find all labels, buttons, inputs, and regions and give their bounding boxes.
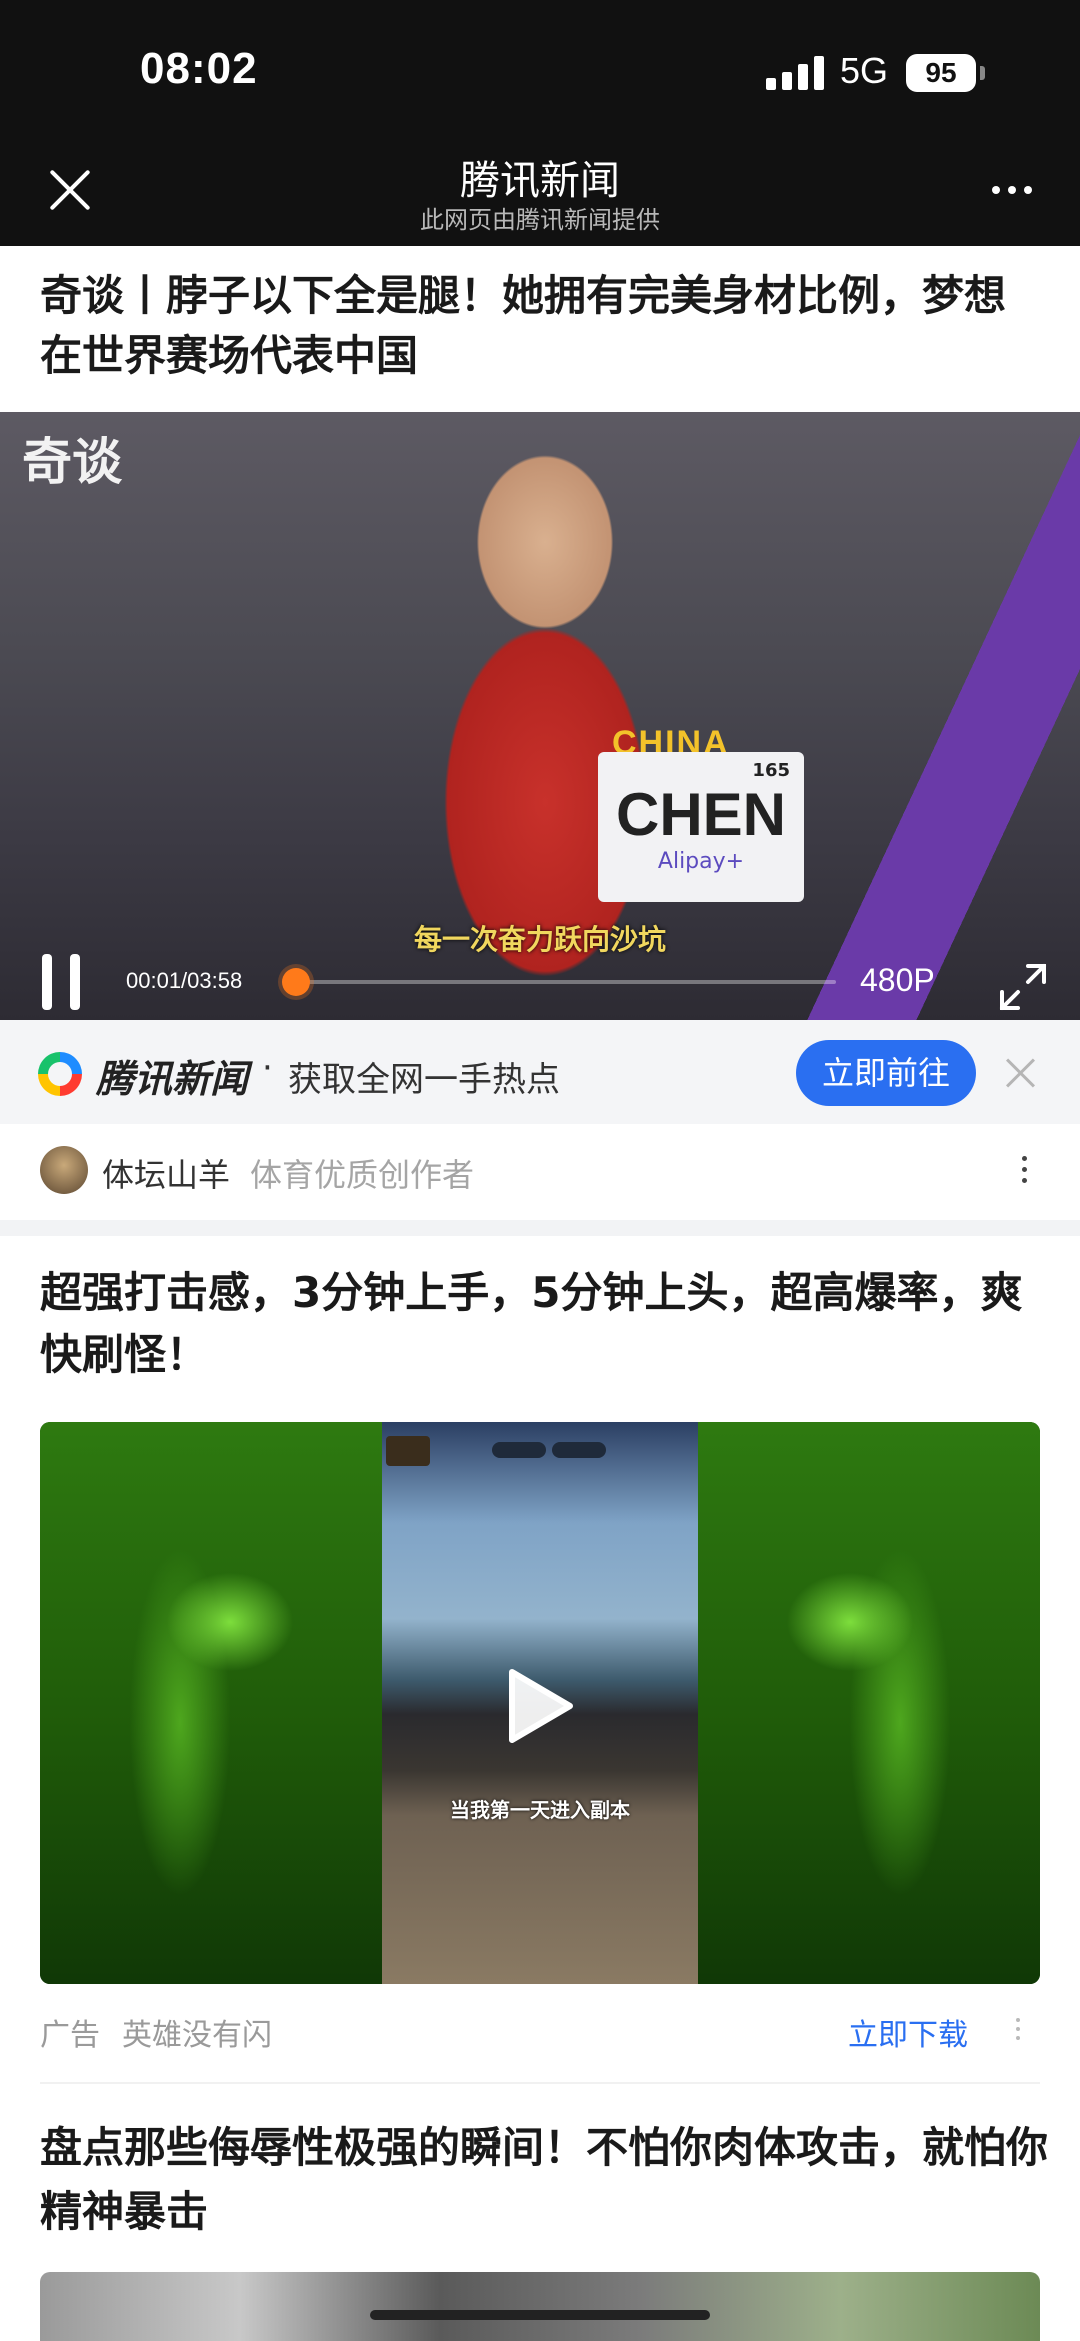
ad-background-left [40, 1422, 422, 1984]
feed-divider [40, 2082, 1040, 2084]
banner-separator: · [262, 1048, 273, 1088]
ad-meta: 广告 英雄没有闪 [40, 2010, 272, 2054]
video-player[interactable]: 奇谈 CHINA 165 CHEN Alipay+ 每一次奋力跃向沙坑 00:0… [0, 412, 1080, 1020]
ad-title[interactable]: 超强打击感，3分钟上手，5分钟上头，超高爆率，爽快刷怪！ [40, 1262, 1040, 1386]
banner-brand: 腾讯新闻 [96, 1057, 249, 1101]
status-time: 08:02 [140, 44, 258, 93]
article-headline: 奇谈丨脖子以下全是腿！她拥有完美身材比例，梦想在世界赛场代表中国 [40, 271, 1007, 380]
game-hud [386, 1436, 606, 1466]
cell-signal-icon [766, 56, 824, 90]
author-name[interactable]: 体坛山羊 [102, 1150, 230, 1196]
athlete-bib: 165 CHEN Alipay+ [598, 752, 804, 902]
author-row: 体坛山羊 体育优质创作者 [0, 1124, 1080, 1220]
tencent-news-logo-icon [38, 1052, 82, 1096]
app-promo-banner: 腾讯新闻 · 获取全网一手热点 立即前往 [0, 1020, 1080, 1124]
ad-label: 广告 [40, 2018, 100, 2053]
page-title: 腾讯新闻 [460, 158, 620, 204]
page-subtitle: 此网页由腾讯新闻提供 [420, 206, 660, 234]
bib-name: CHEN [615, 781, 786, 848]
ad-video[interactable]: 当我第一天进入副本 [40, 1422, 1040, 1984]
author-more-icon[interactable] [1022, 1156, 1027, 1183]
battery-icon: 95 [906, 54, 976, 92]
status-bar: 08:02 5G 95 [0, 0, 1080, 140]
fullscreen-icon[interactable] [996, 960, 1050, 1014]
author-tag: 体育优质创作者 [250, 1156, 475, 1194]
next-article-headline[interactable]: 盘点那些侮辱性极强的瞬间！不怕你肉体攻击，就怕你精神暴击 [40, 2116, 1050, 2244]
avatar[interactable] [40, 1146, 88, 1194]
pause-icon[interactable] [42, 954, 86, 1010]
ad-advertiser: 英雄没有闪 [122, 2018, 272, 2053]
network-type: 5G [840, 50, 889, 91]
top-nav-bar: 腾讯新闻 此网页由腾讯新闻提供 [0, 140, 1080, 246]
video-progress-bar[interactable] [296, 980, 836, 984]
video-controls: 00:01/03:58 480P [0, 932, 1080, 1020]
video-timecode: 00:01/03:58 [126, 968, 243, 993]
banner-close-icon[interactable] [1006, 1058, 1036, 1088]
open-app-button[interactable]: 立即前往 [796, 1040, 976, 1106]
ad-more-icon[interactable] [1016, 2018, 1020, 2040]
section-divider [0, 1220, 1080, 1236]
ad-caption: 当我第一天进入副本 [450, 1798, 630, 1822]
video-watermark: 奇谈 [22, 433, 122, 491]
bib-sponsor: Alipay+ [657, 849, 745, 874]
ad-background-right [658, 1422, 1040, 1984]
video-progress-knob[interactable] [282, 968, 310, 996]
next-article-thumbnail[interactable] [40, 2272, 1040, 2341]
ad-download-button[interactable]: 立即下载 [848, 2010, 968, 2054]
play-icon[interactable] [504, 1666, 576, 1746]
home-indicator[interactable] [370, 2310, 710, 2320]
banner-text: 获取全网一手热点 [288, 1060, 560, 1100]
bib-number: 165 [752, 760, 790, 781]
video-quality-button[interactable]: 480P [860, 962, 935, 999]
battery-tip [980, 66, 985, 80]
more-options-icon[interactable] [992, 186, 1032, 194]
